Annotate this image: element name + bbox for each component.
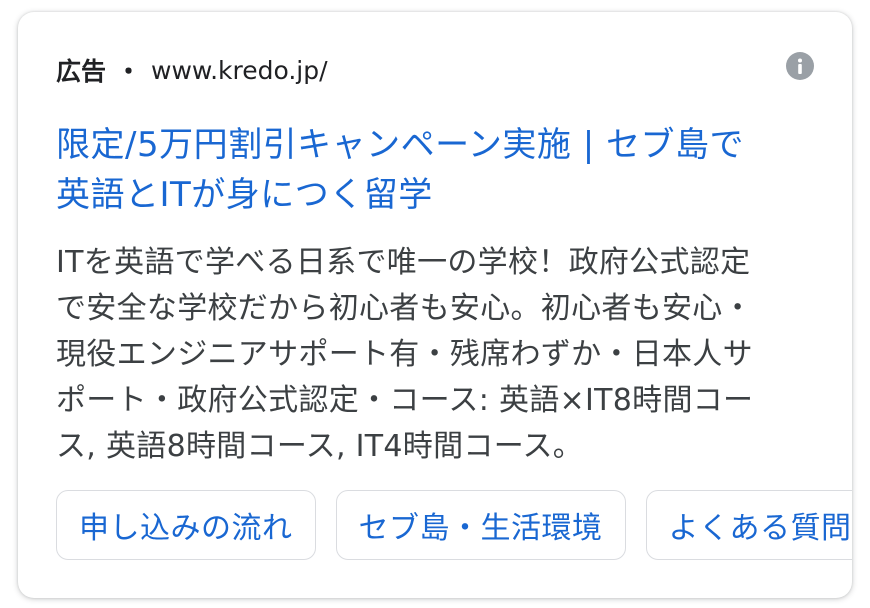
headline-line-1: 限定/5万円割引キャンペーン実施 | セブ島で bbox=[56, 125, 744, 165]
ad-header: 広告 ・ www.kredo.jp/ bbox=[56, 48, 328, 92]
ad-headline-link[interactable]: 限定/5万円割引キャンペーン実施 | セブ島で 英語とITが身につく留学 bbox=[56, 120, 816, 220]
separator: ・ bbox=[116, 57, 142, 86]
ad-card[interactable]: 広告 ・ www.kredo.jp/ 限定/5万円割引キャンペーン実施 | セブ… bbox=[18, 12, 852, 598]
sitelink-faq[interactable]: よくある質問 bbox=[645, 490, 852, 560]
page: 広告 ・ www.kredo.jp/ 限定/5万円割引キャンペーン実施 | セブ… bbox=[0, 0, 870, 608]
info-glyph bbox=[798, 58, 802, 74]
description-line: ITを英語で学べる日系で唯一の学校！政府公式認定 bbox=[56, 245, 751, 280]
info-icon[interactable] bbox=[786, 52, 814, 80]
ad-label: 広告 bbox=[56, 57, 107, 86]
description-line: で安全な学校だから初心者も安心。初心者も安心・ bbox=[56, 291, 753, 326]
sitelink-application-flow[interactable]: 申し込みの流れ bbox=[56, 490, 316, 560]
sitelink-cebu-living[interactable]: セブ島・生活環境 bbox=[335, 490, 626, 560]
ad-description: ITを英語で学べる日系で唯一の学校！政府公式認定 で安全な学校だから初心者も安心… bbox=[56, 240, 816, 470]
display-url[interactable]: www.kredo.jp/ bbox=[151, 56, 328, 85]
description-line: 現役エンジニアサポート有・残席わずか・日本人サ bbox=[56, 337, 753, 372]
description-line: ス, 英語8時間コース, IT4時間コース。 bbox=[56, 429, 584, 464]
headline-line-2: 英語とITが身につく留学 bbox=[56, 175, 433, 215]
sitelinks: 申し込みの流れ セブ島・生活環境 よくある質問 bbox=[56, 490, 852, 560]
description-line: ポート・政府公式認定・コース: 英語×IT8時間コー bbox=[56, 383, 754, 418]
